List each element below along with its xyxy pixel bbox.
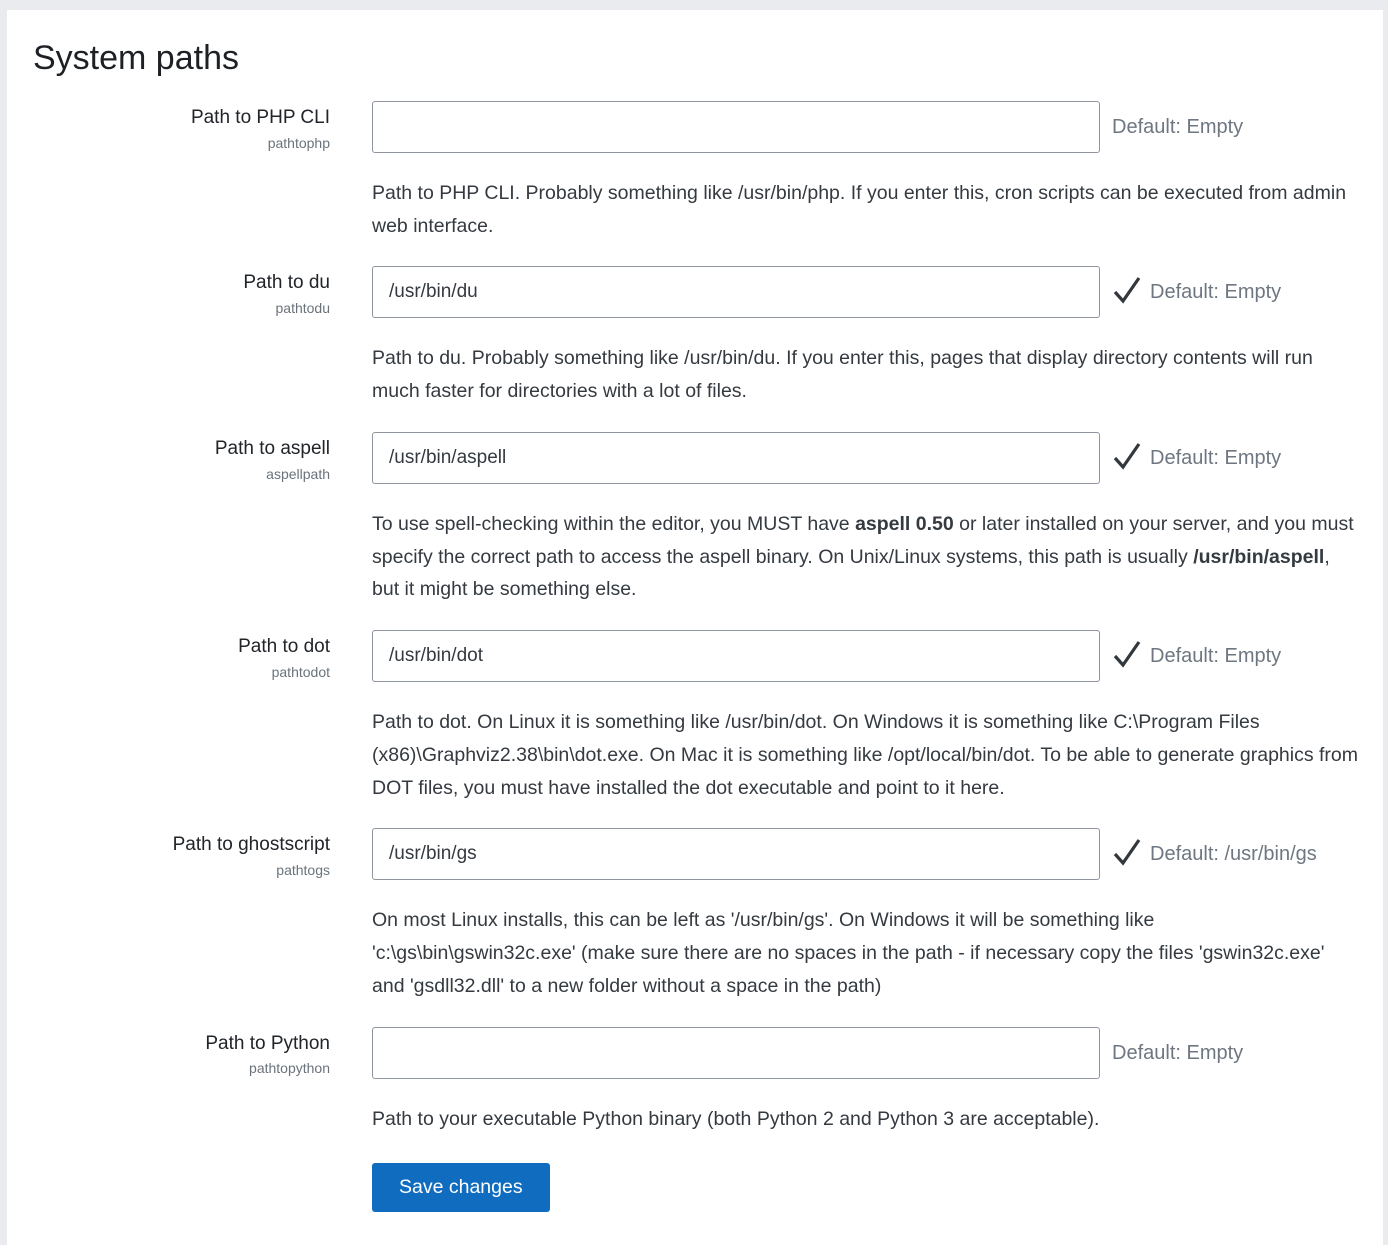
- setting-description: Path to PHP CLI. Probably something like…: [372, 177, 1362, 243]
- setting-input-column: [372, 630, 1100, 682]
- setting-description: To use spell-checking within the editor,…: [372, 508, 1362, 606]
- setting-description: Path to your executable Python binary (b…: [372, 1103, 1362, 1136]
- setting-row: Path to PHP CLI pathtophp Default: Empty: [33, 101, 1383, 153]
- setting-default-column: Default: Empty: [1112, 101, 1243, 142]
- checkmark-icon: [1112, 837, 1142, 867]
- setting-label-column: Path to aspell aspellpath: [33, 432, 330, 482]
- setting-block: Path to PHP CLI pathtophp Default: Empty…: [33, 101, 1383, 243]
- setting-label-column: Path to dot pathtodot: [33, 630, 330, 680]
- setting-block: Path to aspell aspellpath Default: Empty…: [33, 432, 1383, 606]
- setting-shortname: pathtodu: [33, 300, 330, 316]
- setting-label: Path to dot: [33, 635, 330, 659]
- setting-block: Path to dot pathtodot Default: Empty Pat…: [33, 630, 1383, 804]
- checkmark-icon: [1112, 275, 1142, 305]
- setting-input-column: [372, 1027, 1100, 1079]
- setting-row: Path to aspell aspellpath Default: Empty: [33, 432, 1383, 484]
- checkmark-icon: [1112, 441, 1142, 471]
- setting-path-input[interactable]: [372, 101, 1100, 153]
- setting-input-column: [372, 101, 1100, 153]
- setting-label-column: Path to Python pathtopython: [33, 1027, 330, 1077]
- setting-shortname: pathtodot: [33, 664, 330, 680]
- setting-default-column: Default: /usr/bin/gs: [1112, 828, 1317, 869]
- setting-row: Path to du pathtodu Default: Empty: [33, 266, 1383, 318]
- setting-label-column: Path to ghostscript pathtogs: [33, 828, 330, 878]
- setting-label: Path to ghostscript: [33, 833, 330, 857]
- setting-default-column: Default: Empty: [1112, 630, 1281, 671]
- default-value-label: Default: /usr/bin/gs: [1150, 837, 1317, 869]
- default-value-label: Default: Empty: [1150, 441, 1281, 473]
- setting-block: Path to du pathtodu Default: Empty Path …: [33, 266, 1383, 408]
- setting-description: On most Linux installs, this can be left…: [372, 904, 1362, 1002]
- page-title: System paths: [33, 38, 1383, 79]
- checkmark-icon: [1112, 639, 1142, 669]
- setting-default-column: Default: Empty: [1112, 266, 1281, 307]
- setting-label: Path to aspell: [33, 437, 330, 461]
- setting-input-column: [372, 828, 1100, 880]
- setting-description: Path to dot. On Linux it is something li…: [372, 706, 1362, 804]
- default-value-label: Default: Empty: [1150, 275, 1281, 307]
- setting-block: Path to ghostscript pathtogs Default: /u…: [33, 828, 1383, 1002]
- setting-shortname: pathtogs: [33, 862, 330, 878]
- setting-label-column: Path to PHP CLI pathtophp: [33, 101, 330, 151]
- setting-path-input[interactable]: [372, 828, 1100, 880]
- setting-default-column: Default: Empty: [1112, 432, 1281, 473]
- setting-label: Path to Python: [33, 1032, 330, 1056]
- setting-path-input[interactable]: [372, 266, 1100, 318]
- setting-shortname: pathtophp: [33, 135, 330, 151]
- setting-path-input[interactable]: [372, 432, 1100, 484]
- setting-input-column: [372, 266, 1100, 318]
- setting-path-input[interactable]: [372, 630, 1100, 682]
- default-value-label: Default: Empty: [1150, 639, 1281, 671]
- settings-panel: System paths Path to PHP CLI pathtophp D…: [7, 10, 1383, 1245]
- save-changes-button[interactable]: Save changes: [372, 1163, 550, 1212]
- default-value-label: Default: Empty: [1112, 1036, 1243, 1068]
- setting-row: Path to ghostscript pathtogs Default: /u…: [33, 828, 1383, 880]
- setting-label: Path to du: [33, 271, 330, 295]
- setting-label: Path to PHP CLI: [33, 106, 330, 130]
- setting-shortname: pathtopython: [33, 1060, 330, 1076]
- setting-default-column: Default: Empty: [1112, 1027, 1243, 1068]
- setting-path-input[interactable]: [372, 1027, 1100, 1079]
- setting-description: Path to du. Probably something like /usr…: [372, 342, 1362, 408]
- setting-row: Path to dot pathtodot Default: Empty: [33, 630, 1383, 682]
- setting-block: Path to Python pathtopython Default: Emp…: [33, 1027, 1383, 1136]
- fields: Path to PHP CLI pathtophp Default: Empty…: [33, 101, 1383, 1136]
- setting-shortname: aspellpath: [33, 466, 330, 482]
- setting-row: Path to Python pathtopython Default: Emp…: [33, 1027, 1383, 1079]
- default-value-label: Default: Empty: [1112, 110, 1243, 142]
- setting-label-column: Path to du pathtodu: [33, 266, 330, 316]
- setting-input-column: [372, 432, 1100, 484]
